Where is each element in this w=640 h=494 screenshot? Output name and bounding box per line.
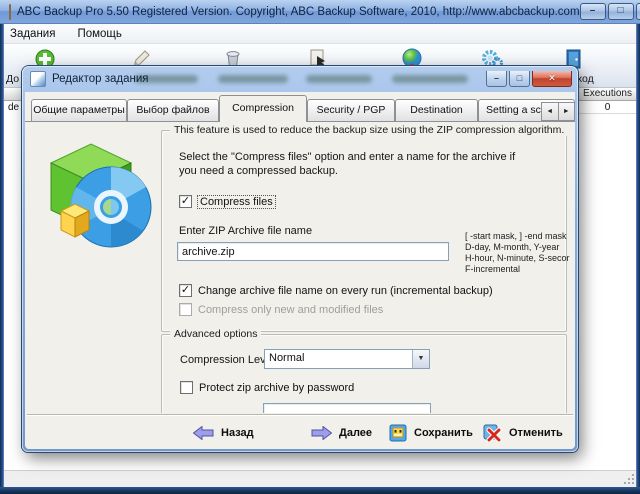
dialog-titlebar: Редактор задания – □ ✕ [22, 66, 578, 92]
compression-tab-page: This feature is used to reduce the backu… [25, 121, 575, 413]
toolbar-add-label[interactable]: До [6, 73, 19, 85]
back-button[interactable]: Назад [193, 422, 254, 444]
advanced-options-caption: Advanced options [170, 328, 261, 340]
tab-general[interactable]: Общие параметры [31, 99, 127, 121]
statusbar [0, 470, 640, 487]
mask-hint-line: [ -start mask, ] -end mask [465, 231, 570, 242]
tab-destination[interactable]: Destination [395, 99, 478, 121]
window-border-right [636, 24, 640, 494]
change-name-checkbox[interactable]: ✓ Change archive file name on every run … [179, 284, 493, 297]
glass-reflection [392, 75, 468, 83]
tab-compression[interactable]: Compression [219, 95, 307, 122]
dialog-close-button[interactable]: ✕ [532, 71, 572, 87]
checkbox-check-icon: ✓ [179, 195, 192, 208]
back-arrow-icon [193, 426, 214, 440]
main-titlebar: ABC Backup Pro 5.50 Registered Version. … [0, 0, 640, 24]
mask-hint-line: D-day, M-month, Y-year [465, 242, 570, 253]
save-floppy-icon [389, 424, 407, 442]
window-border-left [0, 24, 4, 494]
compression-group: This feature is used to reduce the backu… [161, 130, 567, 332]
menu-tasks[interactable]: Задания [10, 28, 55, 40]
intro-line-1: Select the "Compress files" option and e… [179, 151, 515, 163]
mask-hint-line: F-incremental [465, 264, 570, 275]
compress-files-checkbox[interactable]: ✓ Compress files [179, 195, 275, 208]
menu-help[interactable]: Помощь [77, 28, 121, 40]
change-name-label: Change archive file name on every run (i… [198, 285, 493, 297]
save-button[interactable]: Сохранить [389, 422, 473, 444]
archive-name-input[interactable] [177, 242, 449, 261]
dialog-minimize-button[interactable]: – [486, 71, 507, 87]
next-arrow-icon [311, 426, 332, 440]
button-separator [27, 414, 573, 416]
glass-reflection [218, 75, 288, 83]
executions-column-header[interactable]: Executions [578, 88, 636, 100]
checkbox-check-icon: ✓ [179, 284, 192, 297]
window-border-bottom [0, 487, 640, 494]
main-window-title: ABC Backup Pro 5.50 Registered Version. … [17, 6, 580, 18]
tab-security[interactable]: Security / PGP [307, 99, 395, 121]
advanced-options-group: Advanced options Compression Level Norma… [161, 334, 567, 413]
tab-file-select[interactable]: Выбор файлов [127, 99, 219, 121]
zip-password-input[interactable] [263, 403, 431, 413]
cancel-button[interactable]: Отменить [483, 422, 563, 444]
close-button[interactable]: ✕ [636, 3, 640, 20]
protect-password-label: Protect zip archive by password [199, 382, 354, 394]
cancel-icon [483, 424, 502, 442]
glass-reflection [306, 75, 372, 83]
archive-name-label: Enter ZIP Archive file name [179, 225, 312, 237]
minimize-button[interactable]: – [580, 3, 606, 20]
intro-line-2: you need a compressed backup. [179, 165, 338, 177]
compression-product-icon [35, 133, 157, 253]
checkbox-empty [179, 303, 192, 316]
maximize-button[interactable]: □ [608, 3, 634, 20]
compression-level-value: Normal [265, 350, 412, 368]
task-name-cell: de [8, 102, 19, 113]
next-button[interactable]: Далее [311, 422, 372, 444]
only-new-label: Compress only new and modified files [198, 304, 383, 316]
combo-dropdown-icon[interactable]: ▼ [412, 350, 429, 368]
resize-grip[interactable] [623, 473, 635, 485]
checkbox-empty [180, 381, 193, 394]
mask-hint-line: H-hour, N-minute, S-secor [465, 253, 570, 264]
dialog-icon [30, 71, 46, 87]
protect-password-checkbox[interactable]: Protect zip archive by password [180, 381, 354, 394]
only-new-checkbox[interactable]: Compress only new and modified files [179, 303, 383, 316]
dialog-title: Редактор задания [52, 73, 148, 85]
dialog-maximize-button[interactable]: □ [509, 71, 530, 87]
task-editor-dialog: Редактор задания – □ ✕ Общие параметры В… [22, 66, 578, 452]
compress-files-label: Compress files [198, 196, 275, 208]
executions-cell: 0 [578, 102, 636, 114]
compression-level-label: Compression Level [180, 354, 274, 366]
app-icon [9, 4, 11, 20]
menubar: Задания Помощь [0, 24, 640, 44]
compression-group-caption: This feature is used to reduce the backu… [170, 124, 568, 136]
tab-scroll-left-icon[interactable]: ◄ [541, 102, 559, 121]
compression-level-select[interactable]: Normal ▼ [264, 349, 430, 369]
mask-hint: [ -start mask, ] -end mask D-day, M-mont… [465, 231, 570, 275]
tab-scroll-right-icon[interactable]: ► [559, 102, 576, 121]
dialog-client-area: Общие параметры Выбор файлов Compression… [25, 92, 575, 449]
tabstrip: Общие параметры Выбор файлов Compression… [25, 94, 575, 121]
